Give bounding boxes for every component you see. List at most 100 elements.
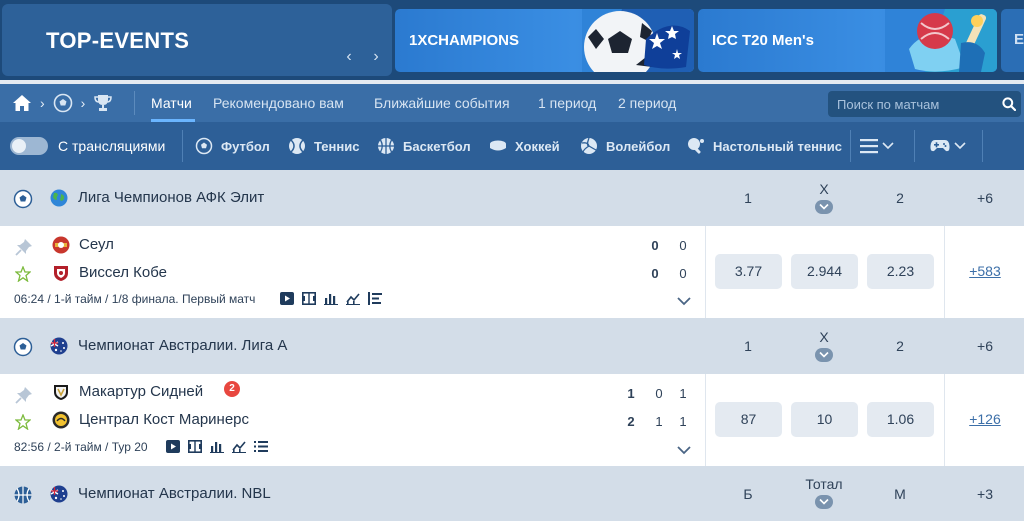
more-bets-link[interactable]: +583 — [955, 263, 1015, 279]
event-card-champions[interactable]: 1XCHAMPIONS — [395, 9, 694, 72]
chevron-down-icon[interactable] — [677, 297, 691, 306]
video-play-icon[interactable] — [280, 292, 294, 305]
tennis-ball-icon — [289, 138, 305, 154]
line-stats-icon[interactable] — [232, 440, 246, 453]
chevron-down-icon — [819, 498, 829, 505]
sport-filter-football[interactable]: Футбол — [195, 136, 270, 156]
sport-filter-label: Волейбол — [606, 138, 671, 154]
league-header[interactable]: Чемпионат Австралии. NBL Б Тотал М +3 — [0, 466, 1024, 521]
list-stats-icon[interactable] — [368, 292, 382, 305]
pin-icon[interactable] — [15, 386, 33, 404]
bar-stats-icon[interactable] — [324, 292, 338, 305]
odd-button-2[interactable]: 2.23 — [867, 254, 934, 289]
carousel-next-arrow-icon[interactable]: › — [369, 48, 383, 66]
odd-button-1[interactable]: 87 — [715, 402, 782, 437]
toggle-knob — [12, 139, 26, 153]
more-bets-link[interactable]: +126 — [955, 411, 1015, 427]
tab-period-1[interactable]: 1 период — [538, 95, 596, 111]
league-header[interactable]: Чемпионат Австралии. Лига А 1 X 2 +6 — [0, 318, 1024, 374]
field-tracker-icon[interactable] — [188, 440, 202, 453]
chevron-down-icon[interactable] — [677, 446, 691, 455]
sport-filter-table-tennis[interactable]: Настольный теннис — [687, 136, 842, 156]
odd-button-x[interactable]: 2.944 — [791, 254, 858, 289]
list-menu-icon — [860, 139, 878, 154]
gamepad-icon — [930, 140, 950, 152]
tab-matches[interactable]: Матчи — [151, 95, 192, 111]
globe-flag-icon — [50, 189, 68, 207]
league-header[interactable]: Лига Чемпионов АФК Элит 1 X 2 +6 — [0, 170, 1024, 226]
event-card-label: 1XCHAMPIONS — [409, 32, 520, 49]
chevron-down-icon — [819, 203, 829, 210]
soccer-ball-icon[interactable] — [53, 93, 73, 113]
team-1-period-score: 0 — [655, 386, 663, 401]
expand-markets-button[interactable] — [815, 495, 833, 509]
video-play-icon[interactable] — [166, 440, 180, 453]
chevron-right-icon: › — [40, 95, 45, 111]
odds-header-1: 1 — [744, 338, 752, 354]
australia-flag-icon — [50, 485, 68, 503]
sport-filter-tennis[interactable]: Теннис — [288, 136, 359, 156]
home-icon[interactable] — [12, 94, 32, 112]
tab-upcoming[interactable]: Ближайшие события — [374, 95, 510, 111]
volleyball-icon — [581, 137, 597, 154]
column-divider — [944, 226, 945, 318]
team-1-name: Макартур Сидней — [79, 383, 204, 400]
event-card-partial[interactable]: E — [1001, 9, 1024, 72]
event-card-label: E — [1014, 31, 1024, 48]
team-logo-icon — [54, 385, 68, 400]
match-info: 06:24 / 1-й тайм / 1/8 финала. Первый ма… — [14, 292, 256, 306]
sport-filter-hockey[interactable]: Хоккей — [489, 136, 560, 156]
team-2-name: Централ Кост Маринерс — [79, 411, 250, 428]
expand-markets-button[interactable] — [815, 200, 833, 214]
column-divider — [705, 226, 706, 318]
more-markets-count: +3 — [977, 486, 993, 502]
odds-header-under: М — [894, 486, 906, 502]
match-row[interactable]: Макартур Сидней 2 Централ Кост Маринерс … — [0, 374, 1024, 466]
search-input[interactable] — [837, 95, 997, 113]
soccer-ball-icon — [13, 337, 33, 357]
filter-divider — [982, 130, 983, 162]
line-stats-icon[interactable] — [346, 292, 360, 305]
more-sports-menu[interactable] — [860, 136, 894, 156]
trophy-icon[interactable] — [93, 94, 113, 112]
basketball-icon — [378, 138, 394, 154]
sport-filter-label: Теннис — [314, 138, 360, 154]
team-1-period-score: 0 — [679, 238, 687, 253]
match-info: 82:56 / 2-й тайм / Тур 20 — [14, 440, 148, 454]
esports-menu[interactable] — [930, 136, 966, 156]
nav-divider — [134, 91, 135, 115]
event-card-label: ICC T20 Men's — [712, 32, 814, 49]
carousel-prev-arrow-icon[interactable]: ‹ — [342, 48, 356, 66]
tab-period-2[interactable]: 2 период — [618, 95, 676, 111]
match-row[interactable]: Сеул Виссел Кобе 0 0 0 0 06:24 / 1-й тай… — [0, 226, 1024, 318]
more-markets-count: +6 — [977, 338, 993, 354]
sport-filter-volleyball[interactable]: Волейбол — [580, 136, 670, 156]
team-2-name: Виссел Кобе — [79, 264, 167, 281]
soccer-ball-art-icon — [582, 9, 694, 72]
favorite-star-icon[interactable] — [15, 414, 31, 430]
list-stats-icon[interactable] — [254, 440, 268, 453]
chevron-right-icon: › — [80, 95, 86, 111]
field-tracker-icon[interactable] — [302, 292, 316, 305]
team-2-score: 2 — [627, 414, 635, 429]
event-card-cricket[interactable]: ICC T20 Men's — [698, 9, 997, 72]
odds-header-x: X — [819, 181, 829, 197]
odd-button-2[interactable]: 1.06 — [867, 402, 934, 437]
nav-row: › › Матчи Рекомендовано вам Ближайшие со… — [0, 84, 1024, 122]
search-icon[interactable] — [1002, 97, 1016, 111]
favorite-star-icon[interactable] — [15, 266, 31, 282]
expand-markets-button[interactable] — [815, 348, 833, 362]
broadcast-toggle[interactable] — [10, 137, 48, 155]
sport-filter-basketball[interactable]: Баскетбол — [377, 136, 471, 156]
search-box[interactable] — [828, 91, 1021, 117]
odd-button-x[interactable]: 10 — [791, 402, 858, 437]
tab-recommended[interactable]: Рекомендовано вам — [213, 95, 344, 111]
sport-filter-label: Хоккей — [515, 138, 560, 154]
odds-header-1: 1 — [744, 190, 752, 206]
odds-header-total: Тотал — [805, 476, 843, 492]
bar-stats-icon[interactable] — [210, 440, 224, 453]
team-1-period-score: 1 — [679, 386, 687, 401]
odd-button-1[interactable]: 3.77 — [715, 254, 782, 289]
pin-icon[interactable] — [15, 238, 33, 256]
team-2-score: 0 — [651, 266, 659, 281]
